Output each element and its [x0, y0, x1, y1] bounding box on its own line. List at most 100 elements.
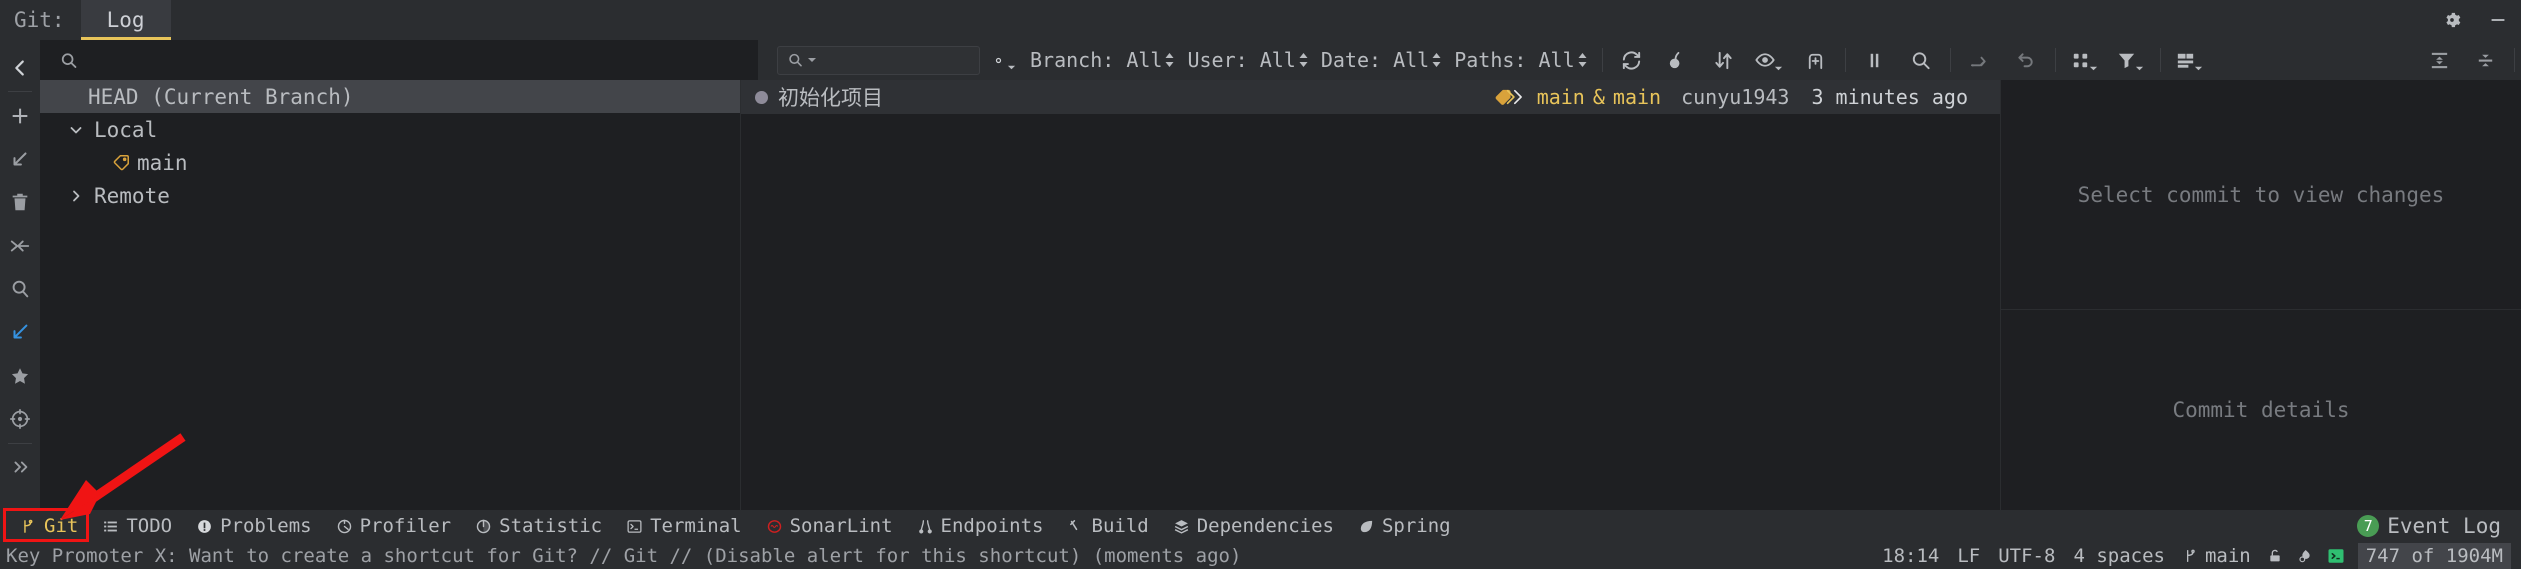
tool-window-spring[interactable]: Spring [1346, 512, 1463, 540]
branch-labels: main & main [1495, 85, 1661, 109]
chevrons-right-icon[interactable] [0, 445, 40, 488]
tool-window-todo[interactable]: TODO [90, 512, 184, 540]
fetch-pull-icon[interactable] [1701, 40, 1747, 80]
indent-setting[interactable]: 4 spaces [2064, 545, 2174, 567]
git-branch-name: main [2205, 545, 2251, 567]
branch-label-remote: main [1613, 85, 1661, 109]
tool-window-title: Git: [0, 0, 81, 40]
expand-all-icon[interactable] [2416, 40, 2462, 80]
tree-row-remote[interactable]: Remote [40, 179, 740, 212]
inspection-icon[interactable] [2290, 548, 2320, 564]
tool-window-bar: Git TODO Problems Profiler Statistic [0, 510, 2521, 542]
line-separator[interactable]: LF [1948, 545, 1989, 567]
merge-arrows-icon[interactable] [0, 224, 40, 267]
event-log-label: Event Log [2387, 514, 2501, 538]
commit-author: cunyu1943 [1681, 85, 1789, 109]
tool-window-terminal[interactable]: Terminal [614, 512, 754, 540]
toolbar-right-group [2416, 40, 2521, 80]
branch-filter-label: Branch: All [1030, 48, 1162, 72]
minimize-icon[interactable] [2475, 0, 2521, 40]
filter-settings-icon[interactable] [980, 40, 1026, 80]
target-icon[interactable] [0, 397, 40, 440]
search-icon[interactable] [1898, 40, 1944, 80]
branch-search-field[interactable] [40, 40, 759, 80]
tab-log-label: Log [107, 8, 145, 32]
rail-divider [8, 91, 32, 92]
memory-indicator[interactable]: 747 of 1904M [2358, 543, 2511, 569]
tool-window-label: Problems [220, 515, 312, 537]
branches-action-rail [0, 40, 40, 510]
gear-icon[interactable] [2429, 0, 2475, 40]
star-icon[interactable] [0, 354, 40, 397]
compare-icon[interactable] [1852, 40, 1898, 80]
search-icon[interactable] [0, 267, 40, 310]
toolbar-divider-4 [2055, 48, 2056, 72]
show-hide-icon[interactable] [1747, 40, 1793, 80]
tree-row-local[interactable]: Local [40, 113, 740, 146]
event-log-button[interactable]: 7 Event Log [2357, 514, 2521, 538]
git-branch-icon [2183, 548, 2199, 564]
arrow-down-left-icon[interactable] [0, 137, 40, 180]
commit-meta: main & main cunyu1943 3 minutes ago [1495, 85, 2000, 109]
tool-window-profiler[interactable]: Profiler [324, 512, 464, 540]
tree-row-label: Remote [94, 184, 170, 208]
date-filter[interactable]: Date: All [1317, 48, 1450, 72]
tool-window-sonarlint[interactable]: SonarLint [754, 512, 905, 540]
commit-date: 3 minutes ago [1811, 85, 1968, 109]
lock-icon[interactable] [2260, 548, 2290, 564]
revert-icon[interactable] [2003, 40, 2049, 80]
tab-log[interactable]: Log [81, 0, 171, 40]
refresh-icon[interactable] [1609, 40, 1655, 80]
git-log-toolbar: Branch: All User: All Date: All [40, 40, 2521, 80]
go-to-hash-icon[interactable] [1957, 40, 2003, 80]
tool-window-endpoints[interactable]: Endpoints [905, 512, 1056, 540]
layout-icon[interactable] [2167, 40, 2213, 80]
titlebar-spacer [171, 0, 2429, 40]
file-encoding[interactable]: UTF-8 [1989, 545, 2064, 567]
collapse-panel-icon[interactable] [0, 46, 40, 89]
git-branch-widget[interactable]: main [2174, 545, 2260, 567]
tool-window-label: Terminal [650, 515, 742, 537]
tool-window-problems[interactable]: Problems [184, 512, 324, 540]
collapse-all-icon[interactable] [2462, 40, 2508, 80]
tags-icon [1495, 87, 1531, 107]
commit-row[interactable]: 初始化项目 main [741, 80, 2000, 114]
commit-details-pane: Select commit to view changes Commit det… [2001, 80, 2521, 510]
tool-window-label: SonarLint [790, 515, 893, 537]
rail-divider-2 [8, 443, 32, 444]
tree-row-label: Local [94, 118, 157, 142]
tool-window-header: Git: Log [0, 0, 2521, 40]
show-as-tree-icon[interactable] [2062, 40, 2108, 80]
tool-window-build[interactable]: Build [1056, 512, 1161, 540]
window-body: Branch: All User: All Date: All [0, 40, 2521, 510]
sonarlint-icon [766, 518, 783, 535]
endpoints-icon [917, 518, 934, 535]
spring-leaf-icon [1358, 518, 1375, 535]
filter-icon[interactable] [2108, 40, 2154, 80]
layers-icon [1173, 518, 1190, 535]
tool-window-statistic[interactable]: Statistic [463, 512, 614, 540]
log-search-input[interactable] [777, 46, 980, 75]
new-branch-icon[interactable] [1793, 40, 1839, 80]
commit-list: 初始化项目 main [741, 80, 2001, 510]
paths-filter[interactable]: Paths: All [1450, 48, 1595, 72]
rebase-arrow-icon[interactable] [0, 311, 40, 354]
terminal-green-icon[interactable] [2320, 547, 2352, 565]
tool-window-label: Statistic [499, 515, 602, 537]
filter-bar: Branch: All User: All Date: All [759, 40, 2521, 80]
user-filter[interactable]: User: All [1183, 48, 1316, 72]
cherry-pick-icon[interactable] [1655, 40, 1701, 80]
ide-git-log-window: Git: Log [0, 0, 2521, 569]
tree-row-head[interactable]: HEAD (Current Branch) [40, 80, 740, 113]
branch-filter[interactable]: Branch: All [1026, 48, 1183, 72]
error-circle-icon [196, 518, 213, 535]
tree-row-main[interactable]: main [40, 146, 740, 179]
trash-icon[interactable] [0, 181, 40, 224]
tool-window-git[interactable]: Git [8, 512, 90, 540]
git-branch-icon [20, 518, 37, 535]
branch-tag-icon [112, 153, 131, 172]
caret-position[interactable]: 18:14 [1873, 545, 1948, 567]
tool-window-dependencies[interactable]: Dependencies [1161, 512, 1346, 540]
tool-window-label: Spring [1382, 515, 1451, 537]
plus-icon[interactable] [0, 94, 40, 137]
